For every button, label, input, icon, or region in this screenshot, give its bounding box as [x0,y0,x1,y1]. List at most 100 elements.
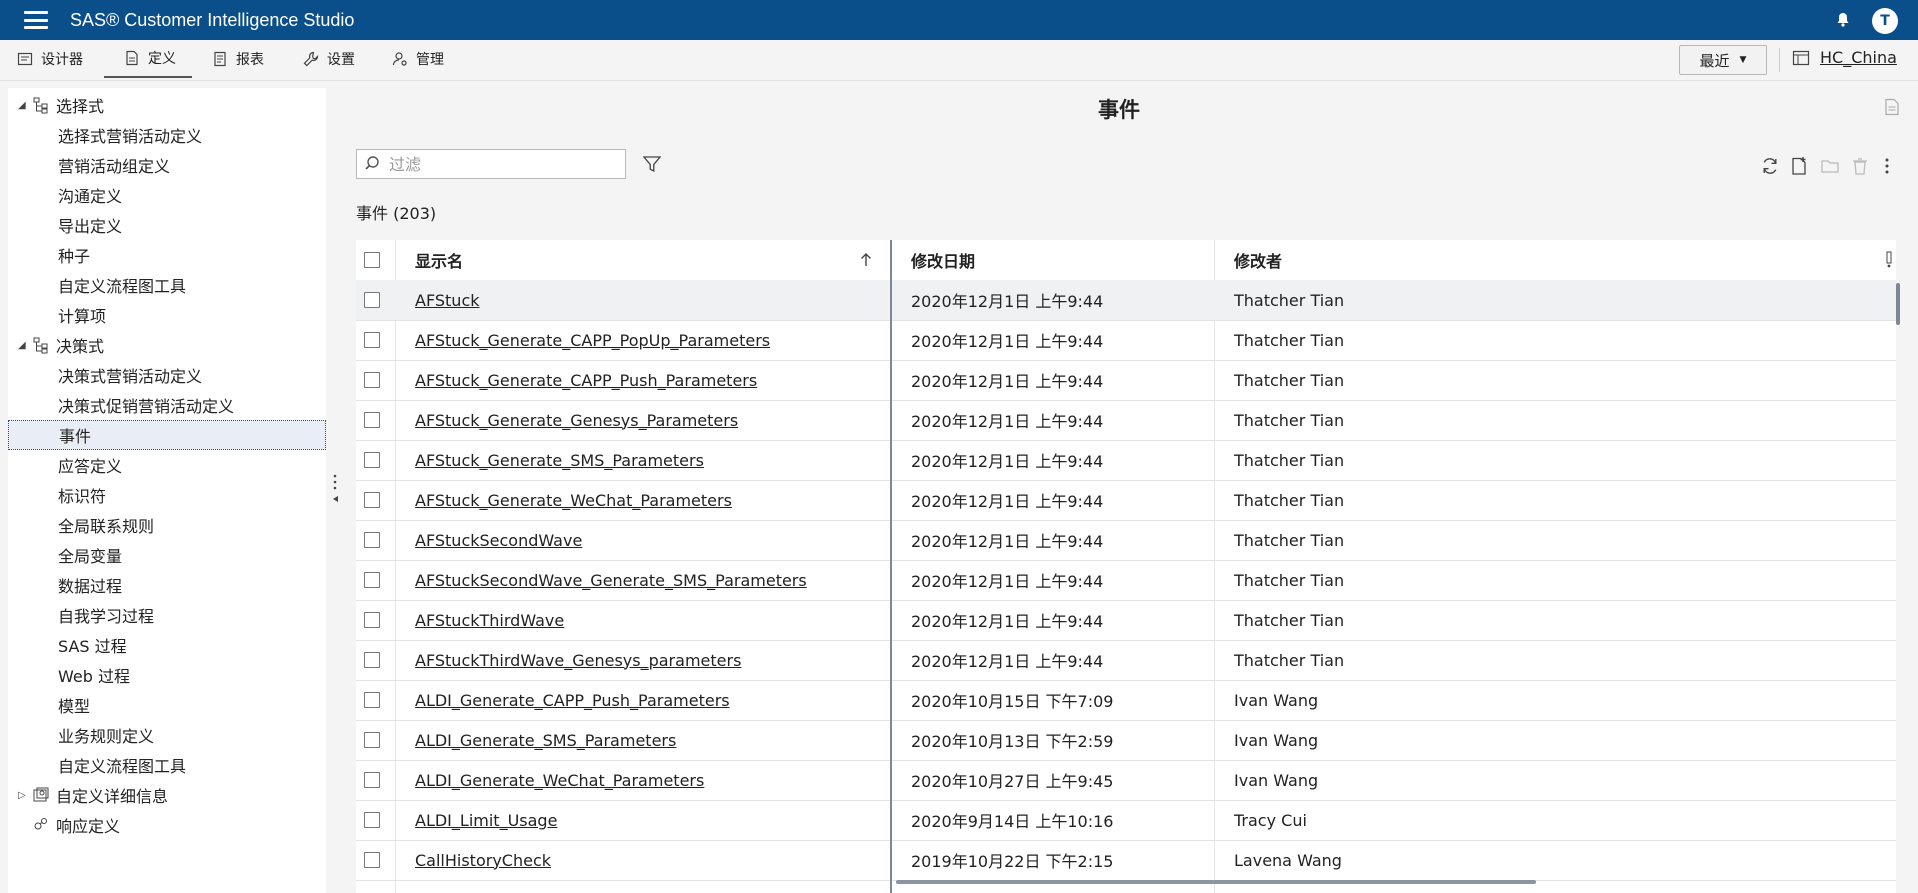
tree-item[interactable]: 种子 [58,240,90,270]
column-header-modified-by[interactable]: 修改者 [1234,240,1282,280]
filter-funnel-icon[interactable] [642,154,662,174]
event-name-link[interactable]: ALDI_Generate_SMS_Parameters [415,731,676,750]
tenant-link[interactable]: HC_China [1792,48,1897,67]
select-all-checkbox[interactable] [364,252,380,268]
tree-item[interactable]: Web 过程 [58,660,130,690]
table-row[interactable]: AFStuck_Generate_SMS_Parameters 2020年12月1… [356,440,1896,481]
table-row[interactable]: ALDI_Generate_WeChat_Parameters 2020年10月2… [356,760,1896,801]
tree-item[interactable]: 选择式营销活动定义 [58,120,202,150]
bell-icon[interactable] [1833,10,1853,30]
row-checkbox[interactable] [364,812,380,828]
expanded-triangle-icon[interactable]: ◢ [18,340,32,351]
event-name-link[interactable]: ALDI_Generate_CAPP_Push_Parameters [415,691,730,710]
sort-ascending-icon[interactable] [859,252,873,268]
row-checkbox[interactable] [364,652,380,668]
tree-item[interactable]: 沟通定义 [58,180,122,210]
event-name-link[interactable]: AFStuckSecondWave_Generate_SMS_Parameter… [415,571,807,590]
row-checkbox[interactable] [364,852,380,868]
row-checkbox[interactable] [364,412,380,428]
event-name-link[interactable]: AFStuckThirdWave [415,611,564,630]
row-checkbox[interactable] [364,732,380,748]
tree-item[interactable]: 自我学习过程 [58,600,154,630]
row-checkbox[interactable] [364,452,380,468]
table-row[interactable]: AFStuck 2020年12月1日 上午9:44 Thatcher Tian [356,280,1896,321]
event-name-link[interactable]: AFStuck [415,291,480,310]
tab-definitions[interactable]: 定义 [104,40,192,78]
table-row[interactable]: AFStuck_Generate_CAPP_Push_Parameters 202… [356,360,1896,401]
tree-item-response-definitions[interactable]: 响应定义 [32,810,120,840]
column-options-icon[interactable] [1884,251,1894,269]
event-name-link[interactable]: AFStuck_Generate_Genesys_Parameters [415,411,738,430]
row-checkbox[interactable] [364,532,380,548]
recent-dropdown[interactable]: 最近 ▼ [1679,45,1767,75]
tree-item[interactable]: 模型 [58,690,90,720]
row-checkbox[interactable] [364,572,380,588]
new-item-icon[interactable] [1790,156,1810,176]
tree-item[interactable]: 全局变量 [58,540,122,570]
tree-item[interactable]: 应答定义 [58,450,122,480]
table-row[interactable]: AFStuckThirdWave_Genesys_parameters 2020年… [356,640,1896,681]
row-checkbox[interactable] [364,772,380,788]
event-name-link[interactable]: AFStuckSecondWave [415,531,582,550]
filter-input[interactable] [387,153,611,175]
tree-item[interactable]: 全局联系规则 [58,510,154,540]
table-row[interactable]: AFStuck_Generate_Genesys_Parameters 2020年… [356,400,1896,441]
event-name-link[interactable]: AFStuck_Generate_WeChat_Parameters [415,491,732,510]
row-checkbox[interactable] [364,332,380,348]
table-row[interactable]: ALDI_Generate_CAPP_Push_Parameters 2020年1… [356,680,1896,721]
table-row[interactable]: AFStuckSecondWave_Generate_SMS_Parameter… [356,560,1896,601]
horizontal-scrollbar[interactable] [896,880,1536,884]
tree-group-custom-details[interactable]: ▷ 自定义详细信息 [18,780,168,810]
table-row[interactable]: AFStuckSecondWave 2020年12月1日 上午9:44 Thatch… [356,520,1896,561]
vertical-scrollbar[interactable] [1896,283,1900,325]
tab-settings[interactable]: 设置 [303,40,355,78]
delete-icon[interactable] [1850,156,1870,176]
tab-designer[interactable]: 设计器 [17,40,83,78]
tab-reports[interactable]: 报表 [212,40,264,78]
table-row[interactable]: CallHistoryCheck 2019年10月22日 下午2:15 Lavena… [356,840,1896,881]
table-row[interactable]: AFStuck_Generate_CAPP_PopUp_Parameters 20… [356,320,1896,361]
row-checkbox[interactable] [364,612,380,628]
event-name-link[interactable]: ALDI_Generate_WeChat_Parameters [415,771,704,790]
column-header-display-name[interactable]: 显示名 [415,240,885,280]
panel-splitter-handle[interactable] [330,470,340,510]
tree-item[interactable]: 导出定义 [58,210,122,240]
table-row[interactable]: AFStuckThirdWave 2020年12月1日 上午9:44 Thatche… [356,600,1896,641]
tree-item[interactable]: 标识符 [58,480,106,510]
event-name-link[interactable]: ALDI_Limit_Usage [415,811,557,830]
tree-item[interactable]: 营销活动组定义 [58,150,170,180]
tree-item-selected[interactable]: 事件 [8,420,326,450]
frozen-column-divider[interactable] [890,240,892,893]
tree-item[interactable]: 数据过程 [58,570,122,600]
column-header-modified-date[interactable]: 修改日期 [911,240,975,280]
expanded-triangle-icon[interactable]: ◢ [18,100,32,111]
table-row[interactable]: ALDI_Limit_Usage 2020年9月14日 上午10:16 Tracy … [356,800,1896,841]
table-row[interactable]: ALDI_Generate_SMS_Parameters 2020年10月13日 … [356,720,1896,761]
collapsed-triangle-icon[interactable]: ▷ [18,790,32,801]
row-checkbox[interactable] [364,492,380,508]
event-name-link[interactable]: AFStuck_Generate_SMS_Parameters [415,451,704,470]
event-name-link[interactable]: CallHistoryCheck [415,851,551,870]
more-options-icon[interactable] [1880,156,1894,176]
tree-group-decision[interactable]: ◢ 决策式 [18,330,104,360]
folder-icon[interactable] [1820,156,1840,176]
tree-item[interactable]: 业务规则定义 [58,720,154,750]
row-checkbox[interactable] [364,372,380,388]
tree-item[interactable]: 自定义流程图工具 [58,750,186,780]
filter-field[interactable] [356,149,626,179]
refresh-icon[interactable] [1760,156,1780,176]
row-checkbox[interactable] [364,692,380,708]
tree-group-selection[interactable]: ◢ 选择式 [18,90,104,120]
document-icon[interactable] [1884,98,1900,116]
tree-item[interactable]: 计算项 [58,300,106,330]
row-checkbox[interactable] [364,292,380,308]
event-name-link[interactable]: AFStuck_Generate_CAPP_Push_Parameters [415,371,757,390]
table-row[interactable]: AFStuck_Generate_WeChat_Parameters 2020年1… [356,480,1896,521]
tab-admin[interactable]: 管理 [392,40,444,78]
avatar[interactable]: T [1872,8,1898,34]
event-name-link[interactable]: AFStuck_Generate_CAPP_PopUp_Parameters [415,331,770,350]
hamburger-menu-icon[interactable] [24,11,48,29]
tree-item[interactable]: SAS 过程 [58,630,127,660]
tree-item[interactable]: 决策式促销营销活动定义 [58,390,234,420]
tree-item[interactable]: 自定义流程图工具 [58,270,186,300]
